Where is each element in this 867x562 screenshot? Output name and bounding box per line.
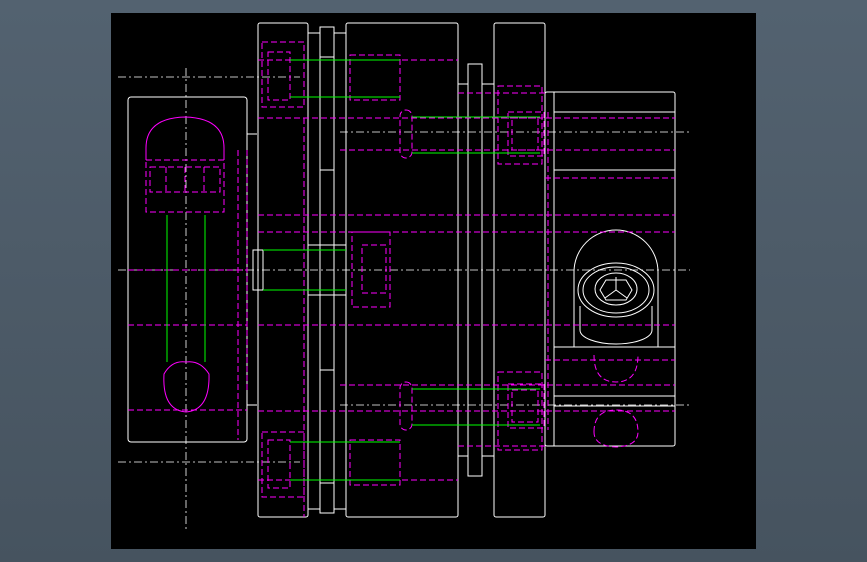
bolt-upper-nut-inner <box>511 117 539 151</box>
cad-drawing <box>118 22 690 530</box>
hex-spoke-3 <box>615 289 628 299</box>
clamp-hub <box>544 91 676 447</box>
hex-spoke-2 <box>604 289 617 299</box>
hub-right-hidden <box>497 85 543 165</box>
hub-left-pocket-bottom-inner <box>267 439 291 489</box>
disc-pack-left <box>307 32 321 510</box>
bolt-upper-nut <box>507 111 545 157</box>
bolt-upper-head-left <box>399 109 413 159</box>
sleeve-pocket-mid <box>351 231 391 308</box>
drawing-canvas[interactable] <box>111 13 756 549</box>
viewer-window <box>0 0 867 562</box>
clamp-thread-lower <box>593 409 639 448</box>
bolt-lower-nut-inner <box>511 389 539 423</box>
centerlines <box>118 68 690 530</box>
hub-left-pocket-top-inner <box>267 51 291 101</box>
pin-foot-hidden <box>163 361 210 413</box>
sleeve-pocket-bottom <box>349 439 401 486</box>
sleeve-pocket-top <box>349 54 401 101</box>
pin-head-hidden <box>145 116 225 160</box>
sleeve-pocket-mid-inner <box>361 244 387 294</box>
bolt-lower-nut <box>507 383 545 429</box>
clamp-thread-upper <box>593 354 639 383</box>
bolt-lower-head-left <box>399 381 413 431</box>
disc-pack-right <box>333 32 347 510</box>
